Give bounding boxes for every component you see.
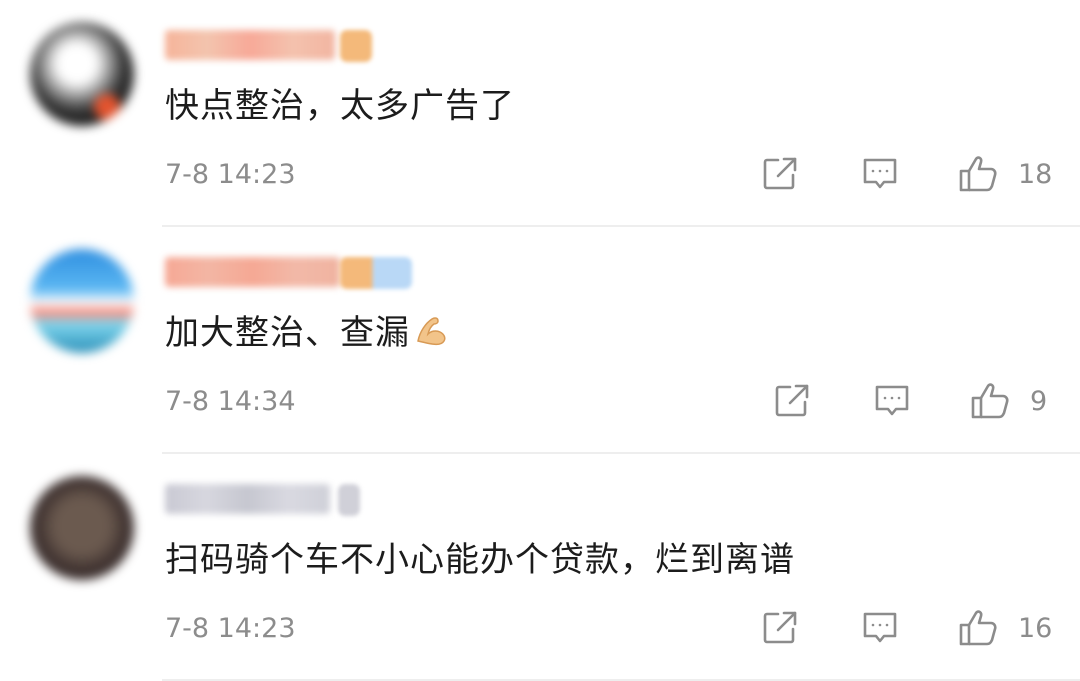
flexed-biceps-icon <box>414 312 452 360</box>
comment-time: 7-8 14:23 <box>165 613 296 644</box>
thumbs-up-icon <box>959 610 997 646</box>
share-button[interactable] <box>772 381 812 421</box>
like-button[interactable] <box>970 381 1012 421</box>
comment-text: 扫码骑个车不小心能办个贷款，烂到离谱 <box>165 540 795 580</box>
nickname-blurred[interactable] <box>165 257 340 287</box>
reply-button[interactable] <box>872 381 912 421</box>
comment-item: 加大整治、查漏 7-8 14:34 9 <box>0 227 1080 454</box>
share-icon <box>763 611 797 644</box>
comment-time: 7-8 14:34 <box>165 386 296 417</box>
like-button[interactable] <box>958 154 1000 194</box>
thumbs-up-icon <box>959 156 997 192</box>
badge-icon <box>340 30 372 62</box>
badge-icon <box>338 484 360 516</box>
share-button[interactable] <box>760 154 800 194</box>
nickname-blurred[interactable] <box>165 484 330 514</box>
comment-text: 快点整治，太多广告了 <box>165 86 515 126</box>
comment-text: 加大整治、查漏 <box>165 309 452 360</box>
comment-icon <box>875 385 909 416</box>
like-count: 16 <box>1018 613 1053 644</box>
comment-time: 7-8 14:23 <box>165 159 296 190</box>
share-icon <box>775 384 809 417</box>
like-button[interactable] <box>958 608 1000 648</box>
badge-icon <box>340 257 412 289</box>
share-button[interactable] <box>760 608 800 648</box>
nickname-blurred[interactable] <box>165 30 335 60</box>
reply-button[interactable] <box>860 154 900 194</box>
avatar[interactable] <box>30 249 134 353</box>
reply-button[interactable] <box>860 608 900 648</box>
comment-item: 快点整治，太多广告了 7-8 14:23 18 <box>0 0 1080 227</box>
comment-icon <box>863 158 897 189</box>
share-icon <box>763 157 797 190</box>
avatar[interactable] <box>30 22 134 126</box>
comment-icon <box>863 612 897 643</box>
thumbs-up-icon <box>971 383 1009 419</box>
like-count: 18 <box>1018 159 1053 190</box>
avatar[interactable] <box>30 476 134 580</box>
comment-item: 扫码骑个车不小心能办个贷款，烂到离谱 7-8 14:23 16 <box>0 454 1080 681</box>
like-count: 9 <box>1030 386 1048 417</box>
